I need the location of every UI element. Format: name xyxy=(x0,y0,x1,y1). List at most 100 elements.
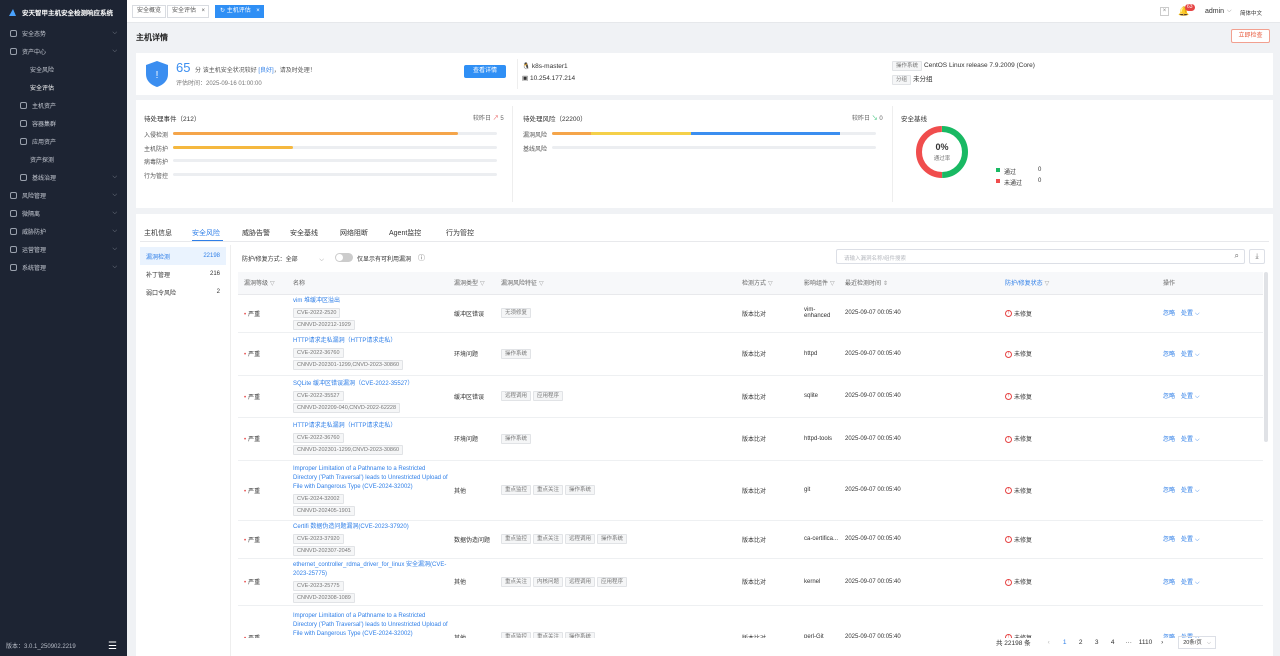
handle-link[interactable]: 处置 xyxy=(1181,394,1193,400)
sidebar-item[interactable]: 风险管理 ⌵ xyxy=(0,186,127,204)
repair-filter[interactable]: 防护/修复方式：全部 ⌵ xyxy=(242,254,324,264)
table-scrollbar[interactable] xyxy=(1264,272,1268,442)
filter-icon[interactable]: ▽ xyxy=(768,281,773,287)
table-row[interactable]: 严重 Certifi 数据伪造问题漏洞(CVE-2023-37920)CVE-20… xyxy=(238,520,1263,559)
handle-link[interactable]: 处置 xyxy=(1181,537,1193,543)
sidebar-item[interactable]: 运营管理 ⌵ xyxy=(0,240,127,258)
handle-link[interactable]: 处置 xyxy=(1181,488,1193,494)
filter-item[interactable]: 补丁管理 216 xyxy=(140,265,226,283)
ignore-link[interactable]: 忽略 xyxy=(1163,352,1175,358)
table-row[interactable]: 严重 HTTP请求走私漏洞（HTTP请求走私） CVE-2022-36760 CNNV… xyxy=(238,417,1263,461)
collapse-menu-icon[interactable]: ☰ xyxy=(108,641,117,652)
page-number[interactable]: 3 xyxy=(1091,639,1103,646)
handle-link[interactable]: 处置 xyxy=(1181,580,1193,586)
column-header[interactable]: 检测方式 ▽ xyxy=(736,272,798,295)
help-icon[interactable]: ⓘ xyxy=(418,253,425,263)
chevron-down-icon: ⌵ xyxy=(112,245,117,252)
handle-link[interactable]: 处置 xyxy=(1181,437,1193,443)
page-number[interactable]: 1 xyxy=(1059,639,1071,646)
tab-5[interactable]: Agent监控 xyxy=(389,228,421,238)
tab-2[interactable]: 威胁告警 xyxy=(242,228,270,238)
vuln-name-link[interactable]: Improper Limitation of a Pathname to a R… xyxy=(293,612,448,639)
exploit-toggle[interactable] xyxy=(335,253,353,262)
ignore-link[interactable]: 忽略 xyxy=(1163,311,1175,317)
sidebar-item[interactable]: 系统管理 ⌵ xyxy=(0,258,127,276)
download-icon[interactable]: ⤓ xyxy=(1249,249,1265,264)
close-icon[interactable]: × xyxy=(202,6,206,17)
tab-1[interactable]: 安全风险 xyxy=(192,228,220,238)
column-header[interactable]: 防护/修复状态 ▽ xyxy=(999,272,1157,295)
ignore-link[interactable]: 忽略 xyxy=(1163,537,1175,543)
view-details-button[interactable]: 查看详情 xyxy=(464,65,506,78)
filter-label: 补丁管理 xyxy=(146,272,171,279)
sidebar-item[interactable]: 安全风险 xyxy=(0,60,127,78)
sidebar-item[interactable]: 资产中心 ⌵ xyxy=(0,42,127,60)
sidebar-item[interactable]: 资产探测 xyxy=(0,150,127,168)
page-number[interactable]: 2 xyxy=(1075,639,1087,646)
sidebar-item[interactable]: 容器集群 xyxy=(0,114,127,132)
table-row[interactable]: 严重 HTTP请求走私漏洞（HTTP请求走私） CVE-2022-36760 CNNV… xyxy=(238,332,1263,376)
ignore-link[interactable]: 忽略 xyxy=(1163,394,1175,400)
ignore-link[interactable]: 忽略 xyxy=(1163,488,1175,494)
ignore-link[interactable]: 忽略 xyxy=(1163,580,1175,586)
page-size-select[interactable]: 20条/页 ⌵ xyxy=(1178,635,1217,649)
table-row[interactable]: 严重 Improper Limitation of a Pathname to a… xyxy=(238,605,1263,638)
prev-page-icon[interactable]: ‹ xyxy=(1043,639,1055,646)
page-number[interactable]: 4 xyxy=(1107,639,1119,646)
sidebar-item[interactable]: 安全态势 ⌵ xyxy=(0,24,127,42)
close-icon[interactable]: × xyxy=(256,6,260,17)
column-header[interactable]: 名称 xyxy=(287,272,448,295)
filter-icon[interactable]: ▽ xyxy=(539,281,544,287)
table-row[interactable]: 严重 vim 堆缓冲区溢出CVE-2022-2520CNNVD-202212-19… xyxy=(238,294,1263,333)
table-row[interactable]: 严重 SQLite 缓冲区错误漏洞（CVE-2022-35527）CVE-2022… xyxy=(238,375,1263,418)
filter-icon[interactable]: ▽ xyxy=(1045,281,1050,287)
tab-host-label: 主机评估 xyxy=(226,8,251,14)
table-row[interactable]: 严重 ethernet_controller_rdma_driver_for_li… xyxy=(238,558,1263,606)
vuln-name-link[interactable]: SQLite 缓冲区错误漏洞（CVE-2022-35527） xyxy=(293,380,448,389)
column-header[interactable]: 漏洞风险特征 ▽ xyxy=(495,272,736,295)
tab-overview[interactable]: 安全概览 xyxy=(132,5,167,18)
tab-4[interactable]: 网络阻断 xyxy=(340,228,368,238)
filter-icon[interactable]: ▽ xyxy=(480,281,485,287)
filter-item[interactable]: 弱口令风险 2 xyxy=(140,283,226,301)
close-all-icon[interactable]: × xyxy=(1160,7,1169,16)
vuln-name-link[interactable]: Improper Limitation of a Pathname to a R… xyxy=(293,465,448,492)
vuln-name-link[interactable]: HTTP请求走私漏洞（HTTP请求走私） xyxy=(293,337,448,346)
sidebar-item[interactable]: 主机资产 xyxy=(0,96,127,114)
user-name[interactable]: admin xyxy=(1205,8,1224,15)
tab-6[interactable]: 行为管控 xyxy=(446,228,474,238)
column-header[interactable]: 漏洞等级 ▽ xyxy=(238,272,287,295)
handle-link[interactable]: 处置 xyxy=(1181,311,1193,317)
table-row[interactable]: 严重 Improper Limitation of a Pathname to a… xyxy=(238,460,1263,521)
column-header[interactable]: 影响组件 ▽ xyxy=(798,272,839,295)
check-now-button[interactable]: 立即检查 xyxy=(1231,29,1270,43)
column-header[interactable]: 最近检测时间 ⇕ xyxy=(839,272,999,295)
vuln-name-link[interactable]: HTTP请求走私漏洞（HTTP请求走私） xyxy=(293,422,448,431)
sidebar-item[interactable]: 威胁防护 ⌵ xyxy=(0,222,127,240)
sidebar-item[interactable]: 基线治理 ⌵ xyxy=(0,168,127,186)
vuln-name-link[interactable]: vim 堆缓冲区溢出 xyxy=(293,297,448,306)
filter-icon[interactable]: ▽ xyxy=(270,281,275,287)
column-header[interactable]: 漏洞类型 ▽ xyxy=(448,272,495,295)
column-header[interactable]: 操作 xyxy=(1157,272,1263,295)
vuln-name-link[interactable]: ethernet_controller_rdma_driver_for_linu… xyxy=(293,561,448,579)
tab-0[interactable]: 主机信息 xyxy=(144,228,172,238)
language-select[interactable]: 简体中文 xyxy=(1240,9,1262,17)
sort-icon[interactable]: ⇕ xyxy=(883,281,888,287)
ignore-link[interactable]: 忽略 xyxy=(1163,437,1175,443)
search-input[interactable]: 请输入漏洞名称/组件搜索 ⌕ xyxy=(836,249,1245,264)
page-number[interactable]: ··· xyxy=(1123,639,1135,646)
tab-assessment[interactable]: 安全评估 × xyxy=(167,5,210,18)
sidebar-item[interactable]: 安全评估 xyxy=(0,78,127,96)
tab-3[interactable]: 安全基线 xyxy=(290,228,318,238)
next-page-icon[interactable]: › xyxy=(1156,639,1168,646)
handle-link[interactable]: 处置 xyxy=(1181,352,1193,358)
page-number[interactable]: 1110 xyxy=(1139,639,1153,646)
filter-icon[interactable]: ▽ xyxy=(830,281,835,287)
sidebar-item[interactable]: 应用资产 xyxy=(0,132,127,150)
vuln-name-link[interactable]: Certifi 数据伪造问题漏洞(CVE-2023-37920) xyxy=(293,523,448,532)
filter-item[interactable]: 漏洞检测 22198 xyxy=(140,247,226,265)
tab-host-assessment[interactable]: ↻ 主机评估 × xyxy=(215,5,264,18)
search-icon[interactable]: ⌕ xyxy=(1235,251,1239,261)
sidebar-item[interactable]: 微隔离 ⌵ xyxy=(0,204,127,222)
